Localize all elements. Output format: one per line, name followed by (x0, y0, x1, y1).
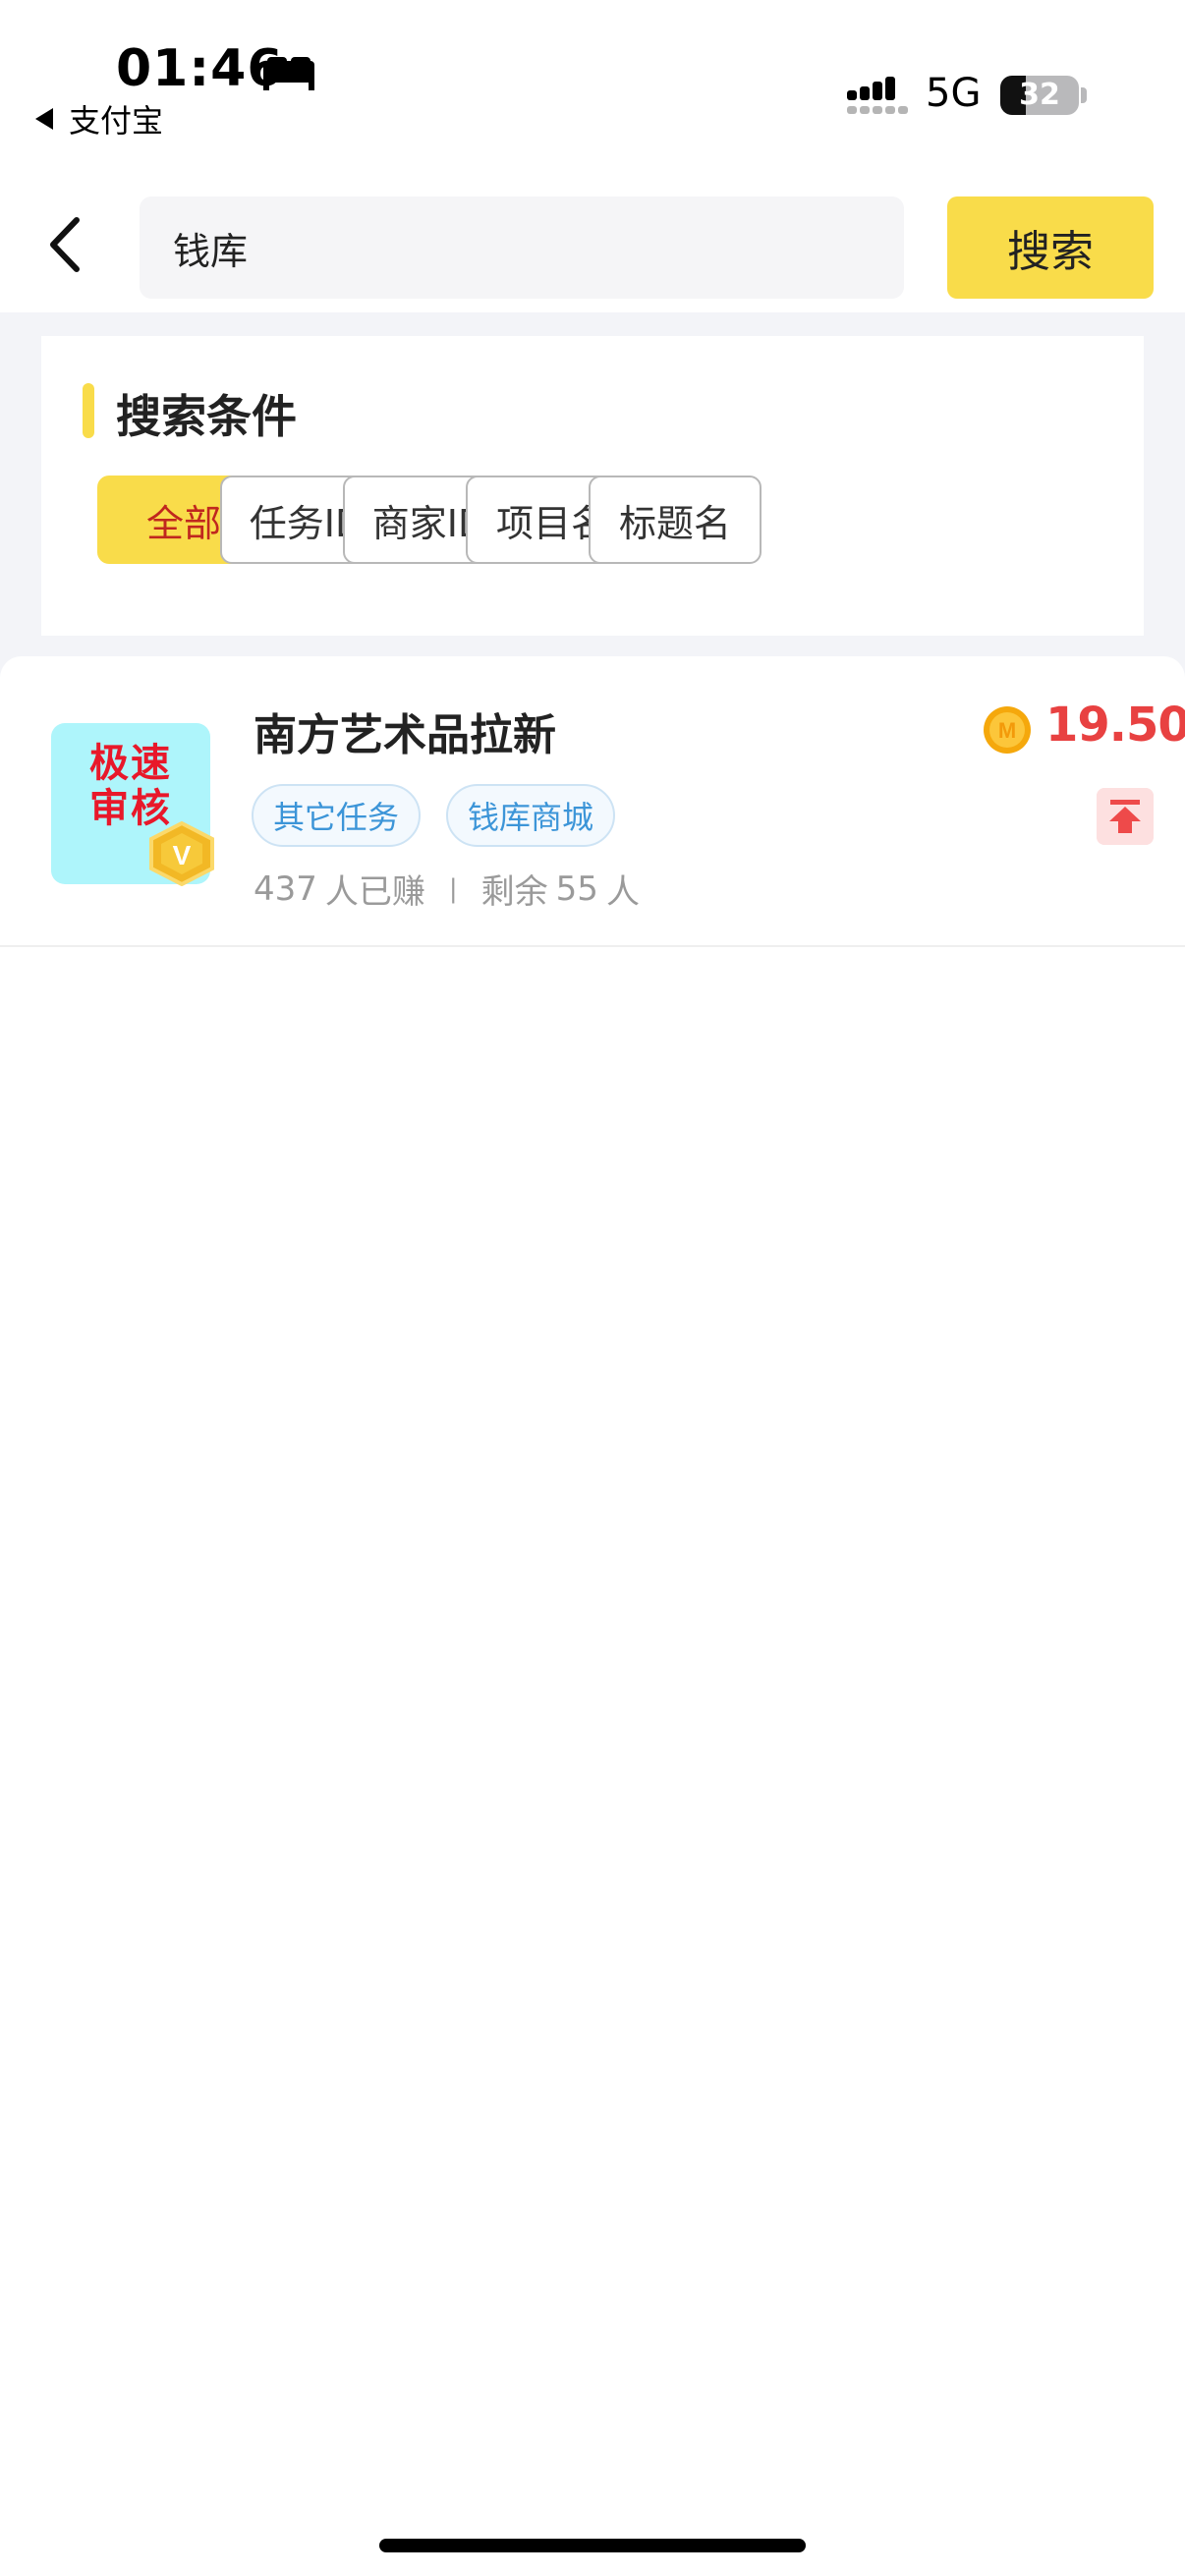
search-criteria-card: 搜索条件 全部 任务ID 商家ID 项目名 标题名 (41, 336, 1144, 636)
page: 01:46 支付宝 5G 32 钱库 搜索 搜索条件 全部 任务ID 商家ID … (0, 0, 1185, 2576)
stats-separator: | (448, 873, 458, 904)
thumbnail-text: 极速 审核 (89, 741, 172, 831)
task-tag: 钱库商城 (446, 784, 616, 847)
pin-to-top-icon[interactable] (1097, 788, 1154, 845)
search-input[interactable]: 钱库 (140, 196, 904, 299)
back-app-label: 支付宝 (69, 102, 164, 140)
battery-icon: 32 (1000, 76, 1079, 115)
verified-badge-icon: V (149, 821, 214, 886)
chevron-left-icon[interactable] (39, 212, 98, 277)
task-stats: 437 人已赚 | 剩余 55 人 (254, 865, 640, 913)
status-bar: 01:46 支付宝 5G 32 (0, 0, 1185, 167)
remaining-count: 55 (555, 868, 598, 909)
earned-label: 人已赚 (324, 872, 425, 912)
search-button[interactable]: 搜索 (947, 196, 1154, 299)
sleep-icon (263, 57, 314, 90)
remaining-unit: 人 (605, 872, 640, 912)
empty-content-area (0, 947, 1185, 2474)
task-price: 19.50 (1045, 698, 1185, 753)
filter-chip-title-name[interactable]: 标题名 (589, 476, 762, 564)
task-title: 南方艺术品拉新 (254, 710, 556, 760)
signal-icon (847, 77, 908, 114)
back-to-app-link[interactable]: 支付宝 (35, 96, 163, 141)
home-indicator[interactable] (379, 2539, 806, 2552)
remaining-label: 剩余 (480, 872, 548, 912)
coin-icon: M (984, 706, 1031, 754)
search-input-value: 钱库 (173, 229, 249, 273)
task-list-item[interactable]: 极速 审核 V 南方艺术品拉新 其它任务 钱库商城 437 人已赚 | 剩余 5… (0, 656, 1185, 947)
status-time: 01:46 (116, 39, 284, 98)
search-header: 钱库 搜索 (0, 167, 1185, 312)
network-label: 5G (926, 71, 982, 116)
earned-count: 437 (254, 868, 317, 909)
task-tag: 其它任务 (252, 784, 422, 847)
criteria-accent-bar (83, 383, 94, 438)
battery-level: 32 (1019, 78, 1060, 112)
coin-letter: M (998, 718, 1016, 743)
criteria-title: 搜索条件 (116, 390, 297, 443)
home-bar-area (0, 2474, 1185, 2576)
badge-letter: V (173, 840, 192, 870)
back-triangle-icon (35, 108, 53, 130)
battery-tip (1081, 87, 1087, 103)
